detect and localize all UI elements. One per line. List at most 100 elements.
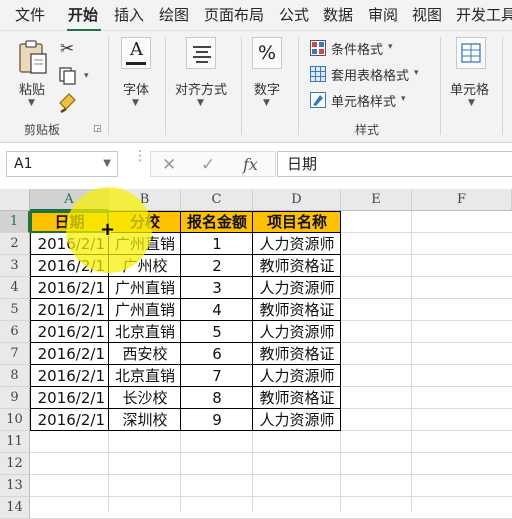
row-header-10[interactable]: 10 — [0, 409, 30, 431]
cell-d7[interactable]: 教师资格证 — [253, 343, 341, 365]
column-header-c[interactable]: C — [181, 189, 253, 211]
cell-d3[interactable]: 教师资格证 — [253, 255, 341, 277]
column-header-e[interactable]: E — [341, 189, 412, 211]
row-header-11[interactable]: 11 — [0, 431, 30, 453]
cell-b2[interactable]: 广州直销 — [109, 233, 181, 255]
cell-d8[interactable]: 人力资源师 — [253, 365, 341, 387]
row-header-8[interactable]: 8 — [0, 365, 30, 387]
cell-b10[interactable]: 深圳校 — [109, 409, 181, 431]
cell-a8[interactable]: 2016/2/1 — [30, 365, 109, 387]
cut-icon[interactable]: ✂ — [60, 39, 74, 59]
number-group-button[interactable]: % 数字 ▼ — [247, 37, 289, 109]
cell-d2[interactable]: 人力资源师 — [253, 233, 341, 255]
column-header-a[interactable]: A — [30, 189, 109, 211]
cell-c8[interactable]: 7 — [181, 365, 253, 387]
cell-b1[interactable]: 分校 — [109, 211, 181, 233]
cell-styles-button[interactable]: 单元格样式 ▾ — [310, 90, 440, 110]
confirm-icon[interactable]: ✓ — [201, 155, 215, 175]
cells-group-button[interactable]: 单元格 ▼ — [448, 37, 496, 109]
cell-a2[interactable]: 2016/2/1 — [30, 233, 109, 255]
tab-page-layout[interactable]: 页面布局 — [204, 5, 264, 25]
column-header-f[interactable]: F — [412, 189, 512, 211]
cell-c3[interactable]: 2 — [181, 255, 253, 277]
row-header-2[interactable]: 2 — [0, 233, 30, 255]
cell-d5[interactable]: 教师资格证 — [253, 299, 341, 321]
row-header-4[interactable]: 4 — [0, 277, 30, 299]
row-header-3[interactable]: 3 — [0, 255, 30, 277]
tab-home[interactable]: 开始 — [68, 5, 98, 25]
alignment-group-button[interactable]: 对齐方式 ▼ — [172, 37, 232, 109]
cancel-icon[interactable]: ✕ — [162, 155, 176, 175]
cell-a9[interactable]: 2016/2/1 — [30, 387, 109, 409]
insert-function-icon[interactable]: fx — [243, 155, 258, 175]
format-as-table-button[interactable]: 套用表格格式 ▾ — [310, 64, 440, 84]
column-header-d[interactable]: D — [253, 189, 341, 211]
font-group-button[interactable]: A 字体 ▼ — [117, 37, 157, 109]
cell-a6[interactable]: 2016/2/1 — [30, 321, 109, 343]
tab-view[interactable]: 视图 — [412, 5, 442, 25]
tab-developer[interactable]: 开发工具 — [456, 5, 512, 25]
cell-b5[interactable]: 广州直销 — [109, 299, 181, 321]
row-header-13[interactable]: 13 — [0, 475, 30, 497]
cell-d1[interactable]: 项目名称 — [253, 211, 341, 233]
cell-c10[interactable]: 9 — [181, 409, 253, 431]
cell-a5[interactable]: 2016/2/1 — [30, 299, 109, 321]
clipboard-icon — [19, 40, 47, 74]
cell-d4[interactable]: 人力资源师 — [253, 277, 341, 299]
spreadsheet-grid[interactable]: ABCDEF 1 2 3 4 5 6 7 8 9 10 11 12 13 14 日期 分校 报名金额 项目名称 2… — [0, 187, 512, 519]
cell-b9[interactable]: 长沙校 — [109, 387, 181, 409]
select-all-corner[interactable] — [0, 189, 30, 211]
row-header-5[interactable]: 5 — [0, 299, 30, 321]
format-painter-icon[interactable] — [57, 91, 79, 113]
cell-c2[interactable]: 1 — [181, 233, 253, 255]
column-header-b[interactable]: B — [109, 189, 181, 211]
tab-file[interactable]: 文件 — [15, 5, 45, 25]
cell-c1[interactable]: 报名金额 — [181, 211, 253, 233]
cell-b6[interactable]: 北京直销 — [109, 321, 181, 343]
cell-d9[interactable]: 教师资格证 — [253, 387, 341, 409]
cell-a7[interactable]: 2016/2/1 — [30, 343, 109, 365]
row-header-6[interactable]: 6 — [0, 321, 30, 343]
dialog-launcher-icon[interactable]: ◲ — [93, 124, 102, 134]
formula-bar-grip-icon[interactable]: ⋮ — [133, 149, 147, 163]
cell-c4[interactable]: 3 — [181, 277, 253, 299]
name-box[interactable]: A1 ▼ — [6, 151, 118, 177]
row-header-14[interactable]: 14 — [0, 497, 30, 519]
cell-b3[interactable]: 广州校 — [109, 255, 181, 277]
chevron-down-icon: ▼ — [263, 98, 270, 108]
cell-c9[interactable]: 8 — [181, 387, 253, 409]
tab-draw[interactable]: 绘图 — [159, 5, 189, 25]
conditional-format-button[interactable]: 条件格式 ▾ — [310, 38, 440, 58]
row-header-7[interactable]: 7 — [0, 343, 30, 365]
formula-input[interactable]: 日期 — [277, 151, 512, 177]
row-header-12[interactable]: 12 — [0, 453, 30, 475]
cell-b8[interactable]: 北京直销 — [109, 365, 181, 387]
row-header-9[interactable]: 9 — [0, 387, 30, 409]
cell-c6[interactable]: 5 — [181, 321, 253, 343]
cell-a4[interactable]: 2016/2/1 — [30, 277, 109, 299]
cell-c7[interactable]: 6 — [181, 343, 253, 365]
fill-handle[interactable] — [105, 230, 111, 236]
cell-b7[interactable]: 西安校 — [109, 343, 181, 365]
cell-c5[interactable]: 4 — [181, 299, 253, 321]
copy-icon[interactable] — [58, 66, 78, 86]
chevron-down-icon: ▼ — [468, 98, 475, 108]
cell-a3[interactable]: 2016/2/1 — [30, 255, 109, 277]
cell-b4[interactable]: 广州直销 — [109, 277, 181, 299]
chevron-down-icon[interactable]: ▾ — [84, 71, 89, 81]
clipboard-group-label: 剪贴板 — [24, 123, 61, 137]
row-header-1[interactable]: 1 — [0, 211, 30, 233]
group-separator — [440, 37, 441, 135]
gridline — [30, 496, 512, 497]
table-border — [30, 364, 341, 365]
cell-a10[interactable]: 2016/2/1 — [30, 409, 109, 431]
cell-d6[interactable]: 人力资源师 — [253, 321, 341, 343]
cell-a1[interactable]: 日期 — [30, 211, 109, 233]
tab-formulas[interactable]: 公式 — [279, 5, 309, 25]
tab-insert[interactable]: 插入 — [114, 5, 144, 25]
tab-data[interactable]: 数据 — [323, 5, 353, 25]
cell-d10[interactable]: 人力资源师 — [253, 409, 341, 431]
tab-review[interactable]: 审阅 — [368, 5, 398, 25]
paste-button[interactable]: 粘贴 ▼ — [12, 37, 54, 109]
chevron-down-icon[interactable]: ▼ — [103, 152, 111, 176]
